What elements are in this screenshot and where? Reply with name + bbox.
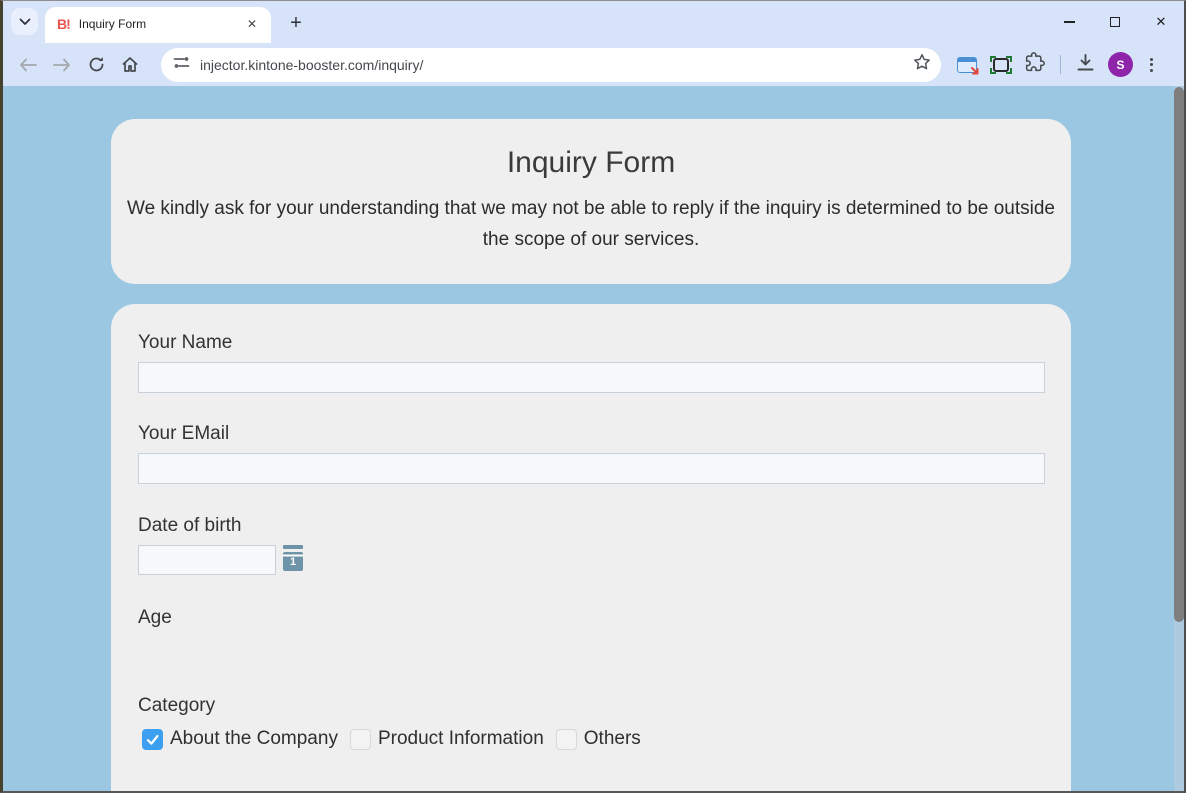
date-picker-button[interactable]: 1	[283, 545, 303, 571]
checkbox-label: Others	[584, 728, 641, 750]
chevron-down-icon	[19, 13, 31, 31]
toolbar-separator	[1060, 55, 1061, 74]
checkbox-icon[interactable]	[142, 729, 163, 750]
browser-toolbar: injector.kintone-booster.com/inquiry/ S	[3, 43, 1184, 86]
page-scrollbar[interactable]	[1174, 86, 1184, 793]
browser-window: B! Inquiry Form ✕ + ✕ injector.kinton	[0, 0, 1186, 793]
back-arrow-icon	[19, 58, 37, 72]
profile-avatar[interactable]: S	[1108, 52, 1133, 77]
reload-icon	[88, 56, 105, 73]
tab-search-button[interactable]	[11, 8, 38, 35]
calendar-icon	[283, 545, 303, 549]
forward-arrow-icon	[53, 58, 71, 72]
category-options: About the Company Product Information Ot…	[142, 728, 653, 750]
form-header-card: Inquiry Form We kindly ask for your unde…	[111, 119, 1071, 284]
reload-button[interactable]	[79, 48, 113, 82]
checkbox-others[interactable]: Others	[556, 728, 641, 750]
message-label: Message	[138, 789, 215, 793]
site-settings-icon[interactable]	[173, 55, 190, 75]
window-controls: ✕	[1046, 1, 1184, 43]
window-close-icon: ✕	[1156, 14, 1167, 30]
checkbox-icon[interactable]	[556, 729, 577, 750]
toolbar-extensions: S	[957, 52, 1157, 77]
minimize-icon	[1064, 21, 1075, 23]
browser-tab[interactable]: B! Inquiry Form ✕	[45, 7, 271, 43]
email-input[interactable]	[138, 453, 1045, 484]
checkbox-label: About the Company	[170, 728, 338, 750]
extensions-puzzle-icon[interactable]	[1025, 52, 1045, 77]
page-description: We kindly ask for your understanding tha…	[126, 193, 1056, 255]
page-viewport: Inquiry Form We kindly ask for your unde…	[3, 86, 1184, 793]
inquiry-form-card: Your Name Your EMail Date of birth 1 Age…	[111, 304, 1071, 793]
name-input[interactable]	[138, 362, 1045, 393]
tab-title: Inquiry Form	[79, 17, 243, 31]
url-bar[interactable]: injector.kintone-booster.com/inquiry/	[161, 48, 941, 82]
browser-menu-icon[interactable]	[1146, 54, 1157, 76]
checkbox-icon[interactable]	[350, 729, 371, 750]
page-title: Inquiry Form	[111, 146, 1071, 180]
age-label: Age	[138, 607, 172, 629]
checkbox-about-the-company[interactable]: About the Company	[142, 728, 338, 750]
birthdate-label: Date of birth	[138, 515, 242, 537]
home-icon	[121, 56, 139, 73]
url-text[interactable]: injector.kintone-booster.com/inquiry/	[200, 57, 913, 73]
close-button[interactable]: ✕	[1138, 1, 1184, 43]
site-favicon: B!	[57, 16, 70, 32]
screenshot-extension-icon[interactable]	[957, 57, 977, 73]
scrollbar-thumb[interactable]	[1174, 87, 1184, 622]
tab-close-icon[interactable]: ✕	[243, 15, 261, 33]
birthdate-input[interactable]	[138, 545, 276, 575]
checkbox-product-information[interactable]: Product Information	[350, 728, 544, 750]
forward-button[interactable]	[45, 48, 79, 82]
category-label: Category	[138, 695, 215, 717]
checkbox-label: Product Information	[378, 728, 544, 750]
downloads-button[interactable]	[1076, 53, 1095, 77]
home-button[interactable]	[113, 48, 147, 82]
minimize-button[interactable]	[1046, 1, 1092, 43]
bookmark-star-icon[interactable]	[913, 53, 931, 76]
new-tab-button[interactable]: +	[283, 10, 309, 36]
tab-strip: B! Inquiry Form ✕ + ✕	[3, 1, 1184, 43]
download-icon	[1076, 53, 1095, 72]
back-button[interactable]	[11, 48, 45, 82]
capture-extension-icon[interactable]	[990, 56, 1012, 74]
maximize-button[interactable]	[1092, 1, 1138, 43]
email-label: Your EMail	[138, 423, 229, 445]
name-label: Your Name	[138, 332, 232, 354]
maximize-icon	[1110, 17, 1120, 27]
